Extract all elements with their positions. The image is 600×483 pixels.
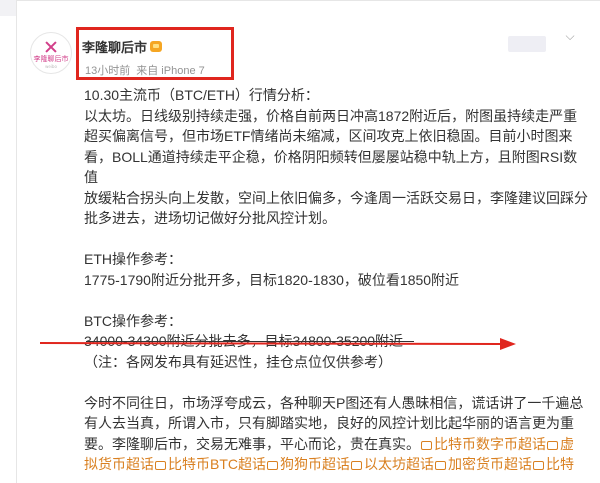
arrow-head — [500, 338, 516, 350]
arrow-line — [39, 342, 501, 345]
annotation-arrow — [39, 338, 516, 350]
